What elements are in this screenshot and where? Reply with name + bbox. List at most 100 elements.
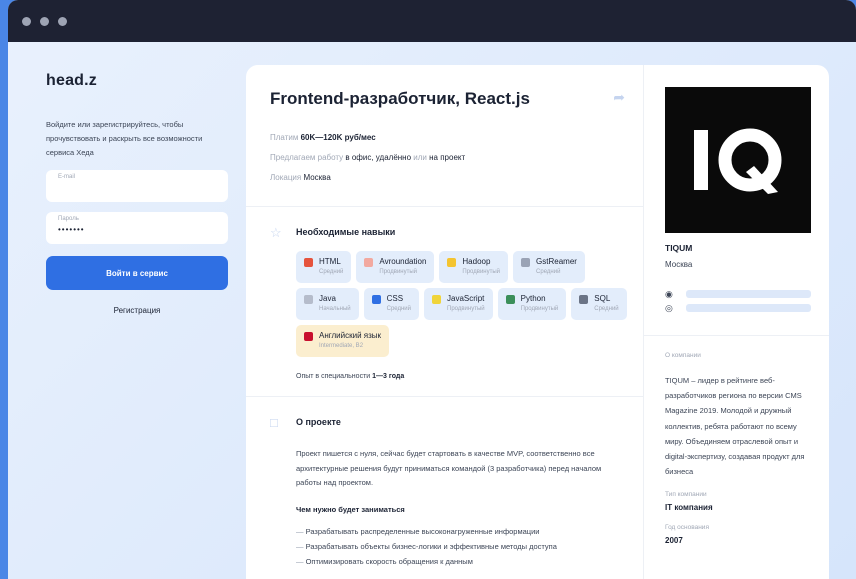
job-header: Frontend-разработчик, React.js ➦ Платим … — [246, 65, 643, 207]
window-minimize-dot[interactable] — [40, 16, 49, 26]
skill-name: Avroundation — [379, 257, 427, 266]
skill-name: HTML — [319, 257, 341, 266]
skill-level: Средний — [594, 306, 619, 312]
skill-level: Начальный — [319, 306, 351, 312]
project-description: Проект пишется с нуля, сейчас будет стар… — [296, 449, 602, 487]
skill-icon — [371, 295, 381, 304]
skill-chip[interactable]: Java Начальный — [296, 288, 359, 320]
skill-level: Продвинутый — [462, 269, 501, 275]
skill-text: HTML Средний — [319, 257, 343, 275]
skill-level: Средний — [536, 269, 561, 275]
project-title: О проекте — [296, 417, 341, 427]
company-panel: TIQUM Москва ◉ ◎ О компании TIQUM – лиде… — [644, 65, 829, 579]
experience-row: Опыт в специальности 1—3 года — [296, 373, 619, 380]
skill-chip[interactable]: CSS Средний — [363, 288, 420, 320]
site-logo[interactable]: head.z — [46, 72, 231, 90]
star-icon: ☆ — [270, 225, 282, 240]
skill-chip[interactable]: Английский язык Intermediate, B2 — [296, 325, 390, 357]
skill-level: Продвинутый — [379, 269, 418, 275]
skills-section: ☆ Необходимые навыки HTML Средний Avrounda… — [246, 207, 643, 397]
list-item: Разрабатывать распределенные высоконагру… — [296, 524, 619, 539]
window-maximize-dot[interactable] — [58, 16, 67, 26]
work-or: или — [413, 153, 427, 162]
skill-icon — [505, 295, 515, 304]
skill-level: Средний — [319, 269, 344, 275]
social-link[interactable]: ◎ — [665, 301, 829, 315]
skill-text: GstReamer Средний — [536, 257, 577, 275]
salary-row: Платим 60K—120K руб/мес — [270, 128, 619, 148]
skill-chip[interactable]: Avroundation Продвинутый — [356, 251, 435, 283]
company-links: ◉ ◎ — [665, 287, 829, 315]
skill-text: Avroundation Продвинутый — [379, 257, 426, 275]
about-company-text: TIQUM – лидер в рейтинге веб-разработчик… — [665, 376, 805, 477]
skills-title: Необходимые навыки — [296, 227, 396, 237]
location-value: Москва — [303, 173, 331, 182]
skill-level: Продвинутый — [447, 306, 485, 312]
skill-icon — [579, 295, 589, 304]
skill-level: Intermediate, B2 — [319, 343, 364, 349]
skill-name: JavaScript — [447, 294, 485, 303]
skill-chip[interactable]: Python Продвинутый — [497, 288, 567, 320]
skill-text: Java Начальный — [319, 294, 351, 312]
login-intro: Войдите или зарегистрируйтесь, чтобы про… — [46, 120, 203, 157]
vacancy-card: Frontend-разработчик, React.js ➦ Платим … — [246, 65, 829, 579]
skill-text: CSS Средний — [387, 294, 411, 312]
skill-level: Средний — [386, 306, 412, 312]
location-row: Локация Москва — [270, 168, 619, 188]
skill-name: SQL — [594, 294, 611, 303]
skill-chip[interactable]: JavaScript Продвинутый — [424, 288, 493, 320]
password-field[interactable]: Пароль ••••••• — [46, 212, 228, 244]
work-office: в офис, удалённо — [345, 153, 412, 162]
globe-icon: ◉ — [665, 288, 673, 299]
skill-name: Java — [319, 294, 336, 303]
social-icon: ◎ — [665, 302, 673, 313]
company-type-label: Тип компании — [665, 491, 707, 499]
founded-label: Год основания — [665, 524, 709, 532]
iq-logo-icon — [694, 128, 782, 194]
skill-text: Hadoop Продвинутый — [462, 257, 500, 275]
password-value: ••••••• — [58, 225, 85, 234]
job-title: Frontend-разработчик, React.js — [270, 89, 530, 108]
vacancy-main: Frontend-разработчик, React.js ➦ Платим … — [246, 65, 644, 579]
skill-name: Python — [520, 294, 546, 303]
divider — [644, 335, 829, 336]
company-logo[interactable] — [665, 87, 811, 233]
skill-text: Python Продвинутый — [521, 294, 559, 312]
experience-value: 1—3 года — [372, 373, 405, 380]
company-type-value: IT компания — [665, 503, 713, 513]
skill-chip[interactable]: GstReamer Средний — [513, 251, 585, 283]
location-label: Локация — [270, 173, 302, 182]
founded-value: 2007 — [665, 536, 683, 546]
skill-icon — [447, 258, 457, 267]
website-link[interactable]: ◉ — [665, 287, 829, 301]
list-item: Оптимизировать скорость обращения к данн… — [296, 554, 619, 569]
password-label: Пароль — [58, 216, 79, 222]
skill-icon — [304, 332, 313, 341]
browser-window: head.z Войдите или зарегистрируйтесь, чт… — [8, 0, 856, 579]
skill-icon — [304, 295, 313, 304]
company-name[interactable]: TIQUM — [665, 243, 829, 253]
email-label: E-mail — [58, 174, 76, 180]
email-field[interactable]: E-mail — [46, 170, 228, 202]
window-close-dot[interactable] — [22, 16, 31, 26]
share-icon[interactable]: ➦ — [613, 89, 625, 106]
register-link[interactable]: Регистрация — [46, 306, 228, 315]
skills-list: HTML Средний Avroundation Продвинутый Hadoop… — [296, 251, 636, 357]
list-item: Разрабатывать объекты бизнес-логики и эф… — [296, 539, 619, 554]
work-format-row: Предлагаем работу в офис, удалённо или н… — [270, 148, 619, 168]
skill-chip[interactable]: HTML Средний — [296, 251, 352, 283]
skill-chip[interactable]: Hadoop Продвинутый — [439, 251, 509, 283]
social-placeholder — [686, 304, 811, 312]
chat-bubble-icon: □ — [270, 415, 278, 430]
skill-text: Английский язык Intermediate, B2 — [319, 331, 381, 349]
login-panel: head.z Войдите или зарегистрируйтесь, чт… — [46, 72, 231, 315]
skill-icon — [304, 258, 313, 267]
about-company-label: О компании — [665, 352, 701, 359]
skill-icon — [364, 258, 374, 267]
work-project: на проект — [429, 153, 466, 162]
company-city: Москва — [665, 260, 693, 269]
login-button[interactable]: Войти в сервис — [46, 256, 228, 290]
salary-label: Платим — [270, 133, 299, 142]
skill-name: GstReamer — [536, 257, 577, 266]
skill-chip[interactable]: SQL Средний — [571, 288, 627, 320]
